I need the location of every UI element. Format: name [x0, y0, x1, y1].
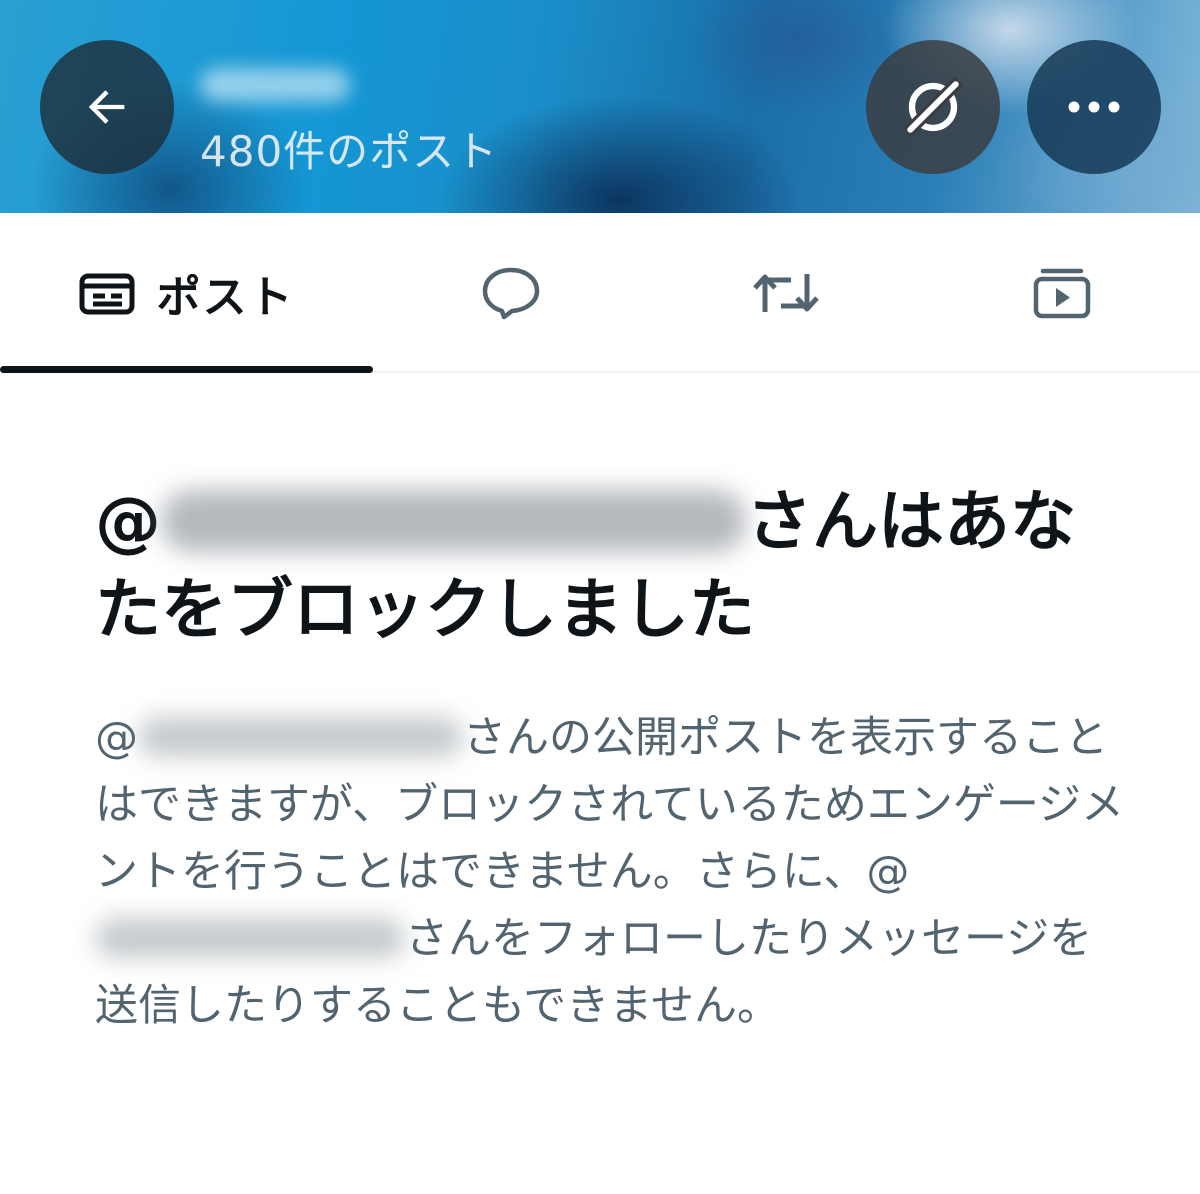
selected-tab-indicator [0, 366, 373, 373]
at-sign: @ [95, 483, 161, 560]
grok-button[interactable] [866, 40, 1000, 174]
profile-banner: 480件のポスト [0, 0, 1200, 213]
blocked-notice-description: @ さんの公開ポストを表示することはできますが、ブロックされているためエンゲージメ… [95, 705, 1125, 1040]
more-options-button[interactable] [1027, 40, 1161, 174]
grok-icon [902, 76, 964, 138]
replies-bubble-icon [482, 267, 539, 320]
redacted-handle [95, 917, 405, 958]
profile-tabs: ポスト [0, 213, 1200, 373]
blocked-notice-title: @ さんはあなたをブロックしました [95, 478, 1125, 654]
tab-posts[interactable]: ポスト [0, 213, 373, 373]
tab-replies[interactable] [373, 213, 648, 373]
tab-reposts[interactable] [648, 213, 923, 373]
redacted-handle [161, 489, 746, 552]
arrow-left-icon [88, 90, 125, 124]
profile-name-redacted [200, 68, 350, 102]
tab-posts-label: ポスト [156, 272, 295, 323]
back-button[interactable] [40, 40, 174, 174]
repost-icon [752, 274, 819, 312]
post-count: 480件のポスト [200, 127, 499, 176]
at-sign: @ [95, 713, 138, 763]
tab-media[interactable] [923, 213, 1200, 373]
posts-icon [79, 273, 134, 315]
media-play-icon [1033, 268, 1090, 319]
redacted-handle [138, 716, 463, 757]
more-dots-icon [1068, 101, 1120, 113]
